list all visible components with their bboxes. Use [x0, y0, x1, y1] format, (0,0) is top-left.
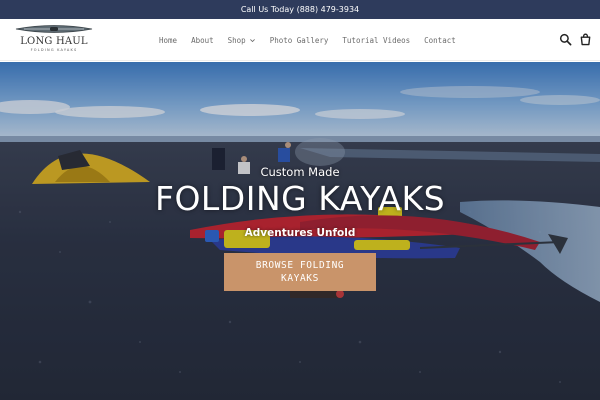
cart-icon[interactable]	[579, 33, 592, 46]
main-nav: Home About Shop Photo Gallery Tutorial V…	[159, 19, 456, 61]
nav-item-about[interactable]: About	[191, 36, 214, 45]
hero-subtitle: Adventures Unfold	[244, 227, 356, 239]
nav-item-shop[interactable]: Shop	[228, 36, 256, 45]
nav-item-shop-label: Shop	[227, 35, 246, 45]
nav-item-contact[interactable]: Contact	[424, 36, 456, 45]
site-header: LONG HAUL FOLDING KAYAKS Home About Shop…	[0, 19, 600, 61]
search-icon[interactable]	[559, 33, 572, 46]
nav-item-home[interactable]: Home	[159, 36, 177, 45]
hero-banner: Custom Made FOLDING KAYAKS Adventures Un…	[0, 62, 600, 400]
hero-kicker: Custom Made	[260, 165, 340, 179]
brand-name: LONG HAUL	[20, 36, 88, 47]
nav-item-photo-gallery[interactable]: Photo Gallery	[270, 36, 329, 45]
browse-folding-kayaks-button[interactable]: BROWSE FOLDING KAYAKS	[224, 253, 376, 291]
announcement-bar: Call Us Today (888) 479-3934	[0, 0, 600, 19]
nav-item-tutorial-videos[interactable]: Tutorial Videos	[342, 36, 410, 45]
hero-title: FOLDING KAYAKS	[154, 179, 446, 218]
brand-tagline: FOLDING KAYAKS	[30, 48, 78, 52]
kayak-logo-icon	[15, 25, 93, 33]
chevron-down-icon	[249, 38, 255, 42]
brand-logo[interactable]: LONG HAUL FOLDING KAYAKS	[14, 23, 94, 57]
announcement-text[interactable]: Call Us Today (888) 479-3934	[241, 5, 359, 14]
